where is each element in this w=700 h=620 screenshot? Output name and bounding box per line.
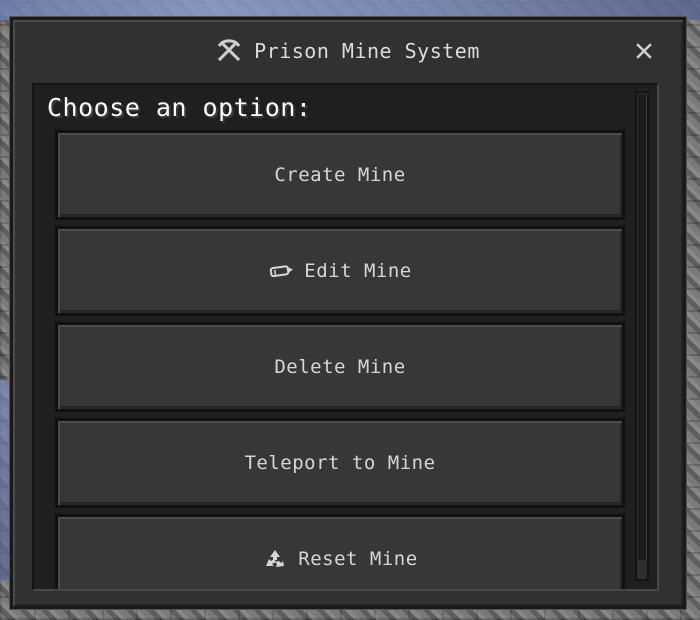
crossed-pickaxes-icon (216, 37, 242, 63)
delete-mine-button[interactable]: Delete Mine (55, 322, 625, 412)
recycle-icon (262, 548, 288, 570)
prison-mine-dialog: Prison Mine System Choose an option: Cre… (10, 17, 686, 609)
delete-mine-label: Delete Mine (274, 356, 406, 378)
options-panel: Choose an option: Create Mine Edit Mine … (32, 83, 659, 591)
reset-mine-label: Reset Mine (298, 548, 418, 570)
teleport-to-mine-button[interactable]: Teleport to Mine (55, 418, 625, 508)
scrollbar-thumb[interactable] (638, 94, 647, 560)
options-list: Create Mine Edit Mine Delete Mine Telepo… (55, 130, 625, 589)
create-mine-label: Create Mine (274, 164, 406, 186)
close-icon (636, 43, 652, 59)
reset-mine-button[interactable]: Reset Mine (55, 514, 625, 589)
dialog-title: Prison Mine System (254, 39, 480, 63)
pencil-icon (268, 260, 294, 282)
edit-mine-button[interactable]: Edit Mine (55, 226, 625, 316)
dialog-title-bar: Prison Mine System (13, 20, 683, 82)
scrollbar[interactable] (635, 91, 649, 581)
edit-mine-label: Edit Mine (304, 260, 412, 282)
create-mine-button[interactable]: Create Mine (55, 130, 625, 220)
panel-prompt: Choose an option: (47, 93, 312, 122)
teleport-to-mine-label: Teleport to Mine (244, 452, 436, 474)
close-button[interactable] (635, 42, 653, 60)
